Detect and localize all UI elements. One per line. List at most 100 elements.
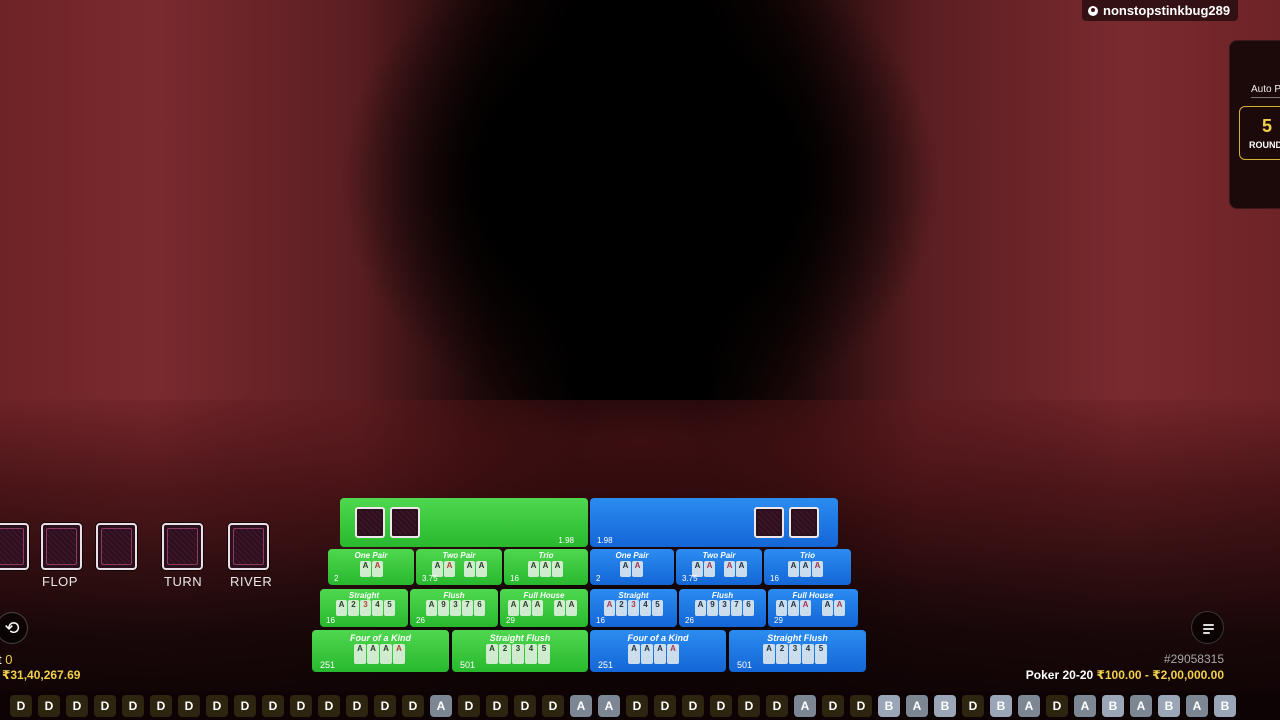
player-a-one-pair-bet[interactable]: One Pair A A 2	[328, 549, 414, 585]
mini-card: A	[788, 561, 799, 577]
bet-label: t	[0, 652, 2, 667]
player-b-four-of-a-kind-bet[interactable]: Four of a Kind A A A A 251	[590, 630, 726, 672]
straight-odds: 16	[596, 616, 605, 625]
road-result: D	[738, 695, 760, 717]
player-a-card-1	[355, 507, 385, 538]
two-pair-cards: A A A A	[432, 561, 487, 577]
player-b-two-pair-bet[interactable]: Two Pair A A A A 3.75	[676, 549, 762, 585]
straight-flush-cards: A 2 3 4 5	[486, 644, 550, 664]
player-a-trio-bet[interactable]: Trio A A A 16	[504, 549, 588, 585]
player-a-card-2	[390, 507, 420, 538]
road-result: D	[234, 695, 256, 717]
mini-card: A	[508, 600, 519, 616]
road-result: B	[990, 695, 1012, 717]
balance: ₹31,40,267.69	[2, 668, 81, 682]
one-pair-odds: 2	[596, 574, 601, 583]
results-road: DDDDDDDDDDDDDDDADDDDAADDDDDDADDBABDBADAB…	[0, 692, 1280, 720]
road-result: B	[1214, 695, 1236, 717]
mini-card: 2	[616, 600, 627, 616]
one-pair-title: One Pair	[354, 551, 388, 560]
road-result: D	[682, 695, 704, 717]
mini-card: A	[812, 561, 823, 577]
two-pair-cards: A A A A	[692, 561, 747, 577]
player-b-hand-bet[interactable]: 1.98	[590, 498, 838, 547]
round-id: #29058315	[1163, 652, 1224, 666]
autoplay-label: Auto P	[1251, 84, 1280, 95]
road-result: A	[1186, 695, 1208, 717]
player-b-straight-bet[interactable]: Straight A 2 3 4 5 16	[590, 589, 677, 627]
road-result: B	[1158, 695, 1180, 717]
mini-card: A	[695, 600, 706, 616]
straight-flush-odds: 501	[460, 660, 476, 670]
player-b-one-pair-bet[interactable]: One Pair A A 2	[590, 549, 674, 585]
straight-flush-odds: 501	[737, 660, 753, 670]
mini-card: A	[736, 561, 747, 577]
mini-card: A	[654, 644, 666, 664]
player-b-flush-bet[interactable]: Flush A 9 3 7 6 26	[679, 589, 766, 627]
road-result: D	[38, 695, 60, 717]
player-a-two-pair-bet[interactable]: Two Pair A A A A 3.75	[416, 549, 502, 585]
player-a-full-house-bet[interactable]: Full House A A A A A 29	[500, 589, 588, 627]
mini-card: 2	[348, 600, 359, 616]
trio-title: Trio	[538, 551, 554, 560]
road-result: D	[178, 695, 200, 717]
road-result: A	[906, 695, 928, 717]
player-b-card-1	[754, 507, 784, 538]
road-result: A	[1018, 695, 1040, 717]
road-result: A	[570, 695, 592, 717]
mini-card: 5	[384, 600, 395, 616]
two-pair-odds: 3.75	[422, 574, 438, 583]
full-house-title: Full House	[792, 591, 834, 600]
player-b-full-house-bet[interactable]: Full House A A A A A 29	[768, 589, 858, 627]
mini-card: 7	[731, 600, 742, 616]
player-a-straight-flush-bet[interactable]: Straight Flush A 2 3 4 5 501	[452, 630, 588, 672]
flush-odds: 26	[416, 616, 425, 625]
mini-card: A	[372, 561, 383, 577]
mini-card: A	[528, 561, 539, 577]
road-result: A	[1130, 695, 1152, 717]
player-a-straight-bet[interactable]: Straight A 2 3 4 5 16	[320, 589, 408, 627]
player-b-straight-flush-bet[interactable]: Straight Flush A 2 3 4 5 501	[729, 630, 866, 672]
straight-flush-title: Straight Flush	[489, 633, 551, 643]
mini-card: A	[834, 600, 845, 616]
road-result: D	[486, 695, 508, 717]
road-result: D	[10, 695, 32, 717]
mini-card: 9	[707, 600, 718, 616]
one-pair-cards: A A	[620, 561, 643, 577]
flop-card-1	[0, 523, 29, 570]
mini-card: A	[336, 600, 347, 616]
menu-icon[interactable]	[1191, 611, 1224, 644]
mini-card: 5	[815, 644, 827, 664]
player-a-flush-bet[interactable]: Flush A 9 3 7 6 26	[410, 589, 498, 627]
mini-card: A	[620, 561, 631, 577]
mini-card: A	[641, 644, 653, 664]
road-result: D	[346, 695, 368, 717]
four-of-a-kind-odds: 251	[598, 660, 614, 670]
mini-card: 3	[512, 644, 524, 664]
mini-card: 4	[372, 600, 383, 616]
bet-value: 0	[5, 652, 13, 667]
road-result: D	[122, 695, 144, 717]
autoplay-panel[interactable]: Auto P 5 ROUNDS	[1229, 40, 1280, 209]
mini-card: A	[532, 600, 543, 616]
road-result: D	[542, 695, 564, 717]
river-label: RIVER	[230, 574, 273, 589]
autoplay-rounds-option[interactable]: 5 ROUNDS	[1239, 106, 1280, 160]
mini-card: A	[360, 561, 371, 577]
player-b-trio-bet[interactable]: Trio A A A 16	[764, 549, 851, 585]
mini-card: 3	[789, 644, 801, 664]
mini-card: A	[800, 561, 811, 577]
straight-cards: A 2 3 4 5	[604, 600, 663, 616]
road-result: D	[402, 695, 424, 717]
mini-card: A	[552, 561, 563, 577]
mini-card: A	[540, 561, 551, 577]
road-result: D	[206, 695, 228, 717]
username: nonstopstinkbug289	[1103, 3, 1231, 18]
four-of-a-kind-cards: A A A A	[354, 644, 405, 664]
flush-cards: A 9 3 7 6	[695, 600, 754, 616]
mini-card: 5	[652, 600, 663, 616]
mini-card: A	[354, 644, 366, 664]
four-of-a-kind-cards: A A A A	[628, 644, 679, 664]
player-a-hand-bet[interactable]: 1.98	[340, 498, 588, 547]
player-a-four-of-a-kind-bet[interactable]: Four of a Kind A A A A 251	[312, 630, 449, 672]
